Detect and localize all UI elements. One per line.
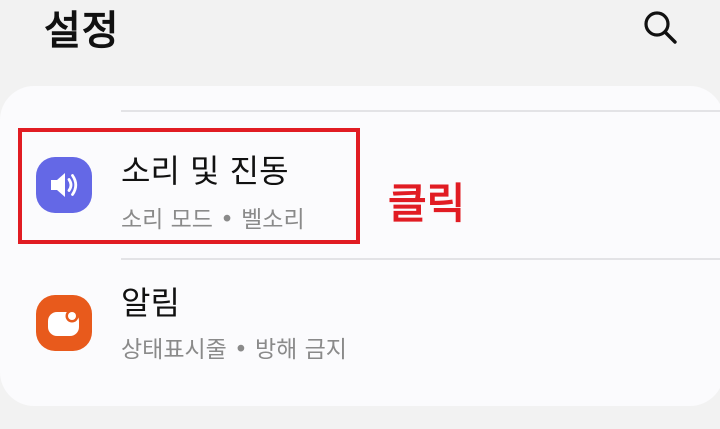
click-highlight-box bbox=[18, 128, 360, 244]
search-icon bbox=[644, 11, 677, 44]
notification-icon bbox=[48, 309, 79, 336]
divider bbox=[121, 110, 720, 112]
page-title: 설정 bbox=[44, 8, 120, 54]
settings-item-notifications[interactable]: 알림 상태표시줄 • 방해 금지 bbox=[0, 262, 720, 392]
notification-icon-badge bbox=[36, 295, 92, 351]
divider bbox=[121, 258, 720, 260]
click-annotation-label: 클릭 bbox=[388, 179, 466, 228]
search-button[interactable] bbox=[640, 6, 680, 46]
settings-item-title: 알림 bbox=[121, 284, 180, 322]
settings-item-subtitle: 상태표시줄 • 방해 금지 bbox=[121, 337, 347, 363]
